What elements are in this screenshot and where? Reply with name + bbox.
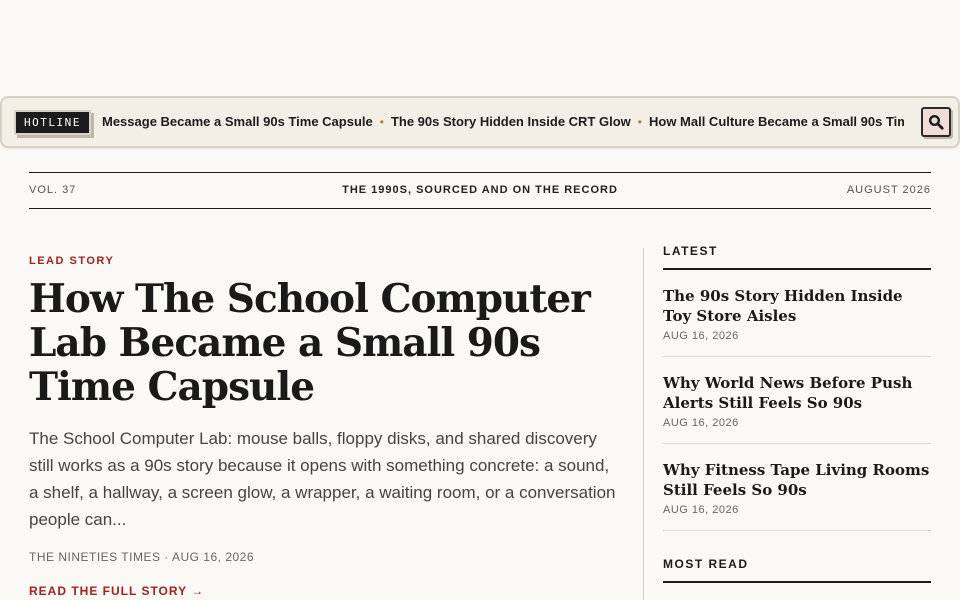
lead-description: The School Computer Lab: mouse balls, fl… bbox=[29, 429, 616, 529]
search-button[interactable] bbox=[921, 107, 951, 137]
lead-story: LEAD STORY How The School Computer Lab B… bbox=[29, 255, 619, 600]
read-full-story-link[interactable]: READ THE FULL STORY → bbox=[29, 584, 204, 598]
latest-item[interactable]: Why Fitness Tape Living Rooms Still Feel… bbox=[663, 444, 931, 531]
latest-item-date: AUG 16, 2026 bbox=[663, 504, 739, 516]
news-ticker: HOTLINE Message Became a Small 90s Time … bbox=[0, 96, 960, 148]
ticker-item[interactable]: How Mall Culture Became a Small 90s Time… bbox=[649, 98, 904, 146]
lead-eyebrow: LEAD STORY bbox=[29, 255, 115, 267]
hotline-badge: HOTLINE bbox=[14, 110, 91, 135]
ticker-track: Message Became a Small 90s Time Capsule •… bbox=[102, 98, 904, 146]
latest-item-title[interactable]: Why Fitness Tape Living Rooms Still Feel… bbox=[663, 460, 931, 500]
ticker-separator: • bbox=[379, 115, 384, 129]
masthead: VOL. 37 THE 1990S, SOURCED AND ON THE RE… bbox=[29, 172, 931, 209]
latest-item-date: AUG 16, 2026 bbox=[663, 330, 739, 342]
lead-title[interactable]: How The School Computer Lab Became a Sma… bbox=[29, 277, 619, 409]
latest-item[interactable]: Why World News Before Push Alerts Still … bbox=[663, 357, 931, 444]
sidebar: LATEST The 90s Story Hidden Inside Toy S… bbox=[663, 244, 931, 583]
latest-heading: LATEST bbox=[663, 244, 931, 270]
latest-item-title[interactable]: The 90s Story Hidden Inside Toy Store Ai… bbox=[663, 286, 931, 326]
search-icon bbox=[928, 114, 944, 130]
ticker-separator: • bbox=[637, 115, 642, 129]
latest-item[interactable]: The 90s Story Hidden Inside Toy Store Ai… bbox=[663, 270, 931, 357]
latest-item-title[interactable]: Why World News Before Push Alerts Still … bbox=[663, 373, 931, 413]
masthead-tagline: THE 1990S, SOURCED AND ON THE RECORD bbox=[342, 184, 618, 196]
ticker-item[interactable]: The 90s Story Hidden Inside CRT Glow bbox=[391, 98, 631, 146]
issue-date: AUGUST 2026 bbox=[846, 184, 931, 196]
most-read-heading: MOST READ bbox=[663, 557, 931, 583]
latest-item-date: AUG 16, 2026 bbox=[663, 417, 739, 429]
lead-byline: THE NINETIES TIMES · AUG 16, 2026 bbox=[29, 550, 255, 564]
ticker-item[interactable]: Message Became a Small 90s Time Capsule bbox=[102, 98, 373, 146]
column-divider bbox=[643, 248, 644, 600]
